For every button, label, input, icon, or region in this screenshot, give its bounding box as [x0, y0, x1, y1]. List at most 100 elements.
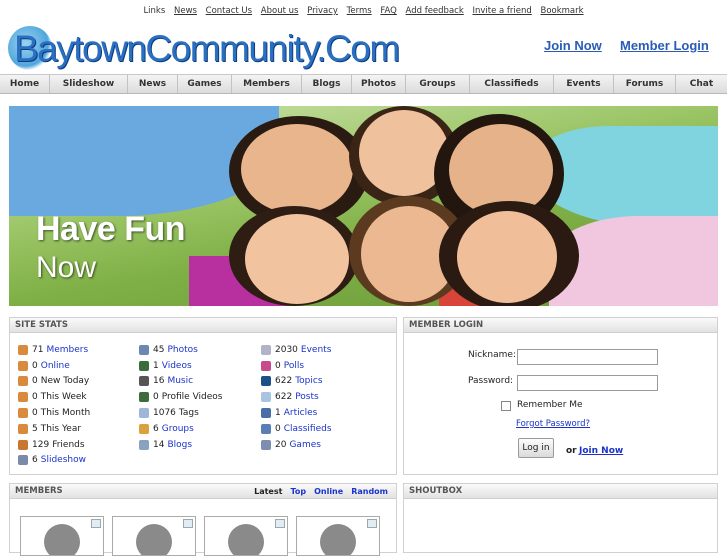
nickname-input[interactable]: [517, 349, 658, 365]
top-link-terms[interactable]: Terms: [347, 6, 372, 16]
stat-link[interactable]: Slideshow: [41, 455, 86, 465]
blog-icon: [139, 439, 149, 450]
member-thumbnail[interactable]: [20, 516, 104, 556]
nav-groups[interactable]: Groups: [406, 75, 470, 93]
poll-icon: [261, 360, 271, 371]
banner-face-6: [457, 211, 557, 303]
tab-online[interactable]: Online: [310, 486, 347, 498]
nav-games[interactable]: Games: [178, 75, 232, 93]
nav-classifieds[interactable]: Classifieds: [470, 75, 554, 93]
site-stats-column-1: 71 Members 0 Online 0 New Today 0 This Week 0 Thi…: [18, 342, 90, 468]
nav-home[interactable]: Home: [0, 75, 50, 93]
stat-row: 0 This Month: [18, 405, 90, 421]
top-links-bar: Links News Contact Us About us Privacy T…: [0, 0, 727, 22]
nav-events[interactable]: Events: [554, 75, 614, 93]
top-link-contact[interactable]: Contact Us: [206, 6, 252, 16]
member-icon: [18, 392, 28, 403]
stat-count: 0: [32, 376, 38, 387]
stat-link[interactable]: Online: [41, 361, 70, 371]
stat-count: 0: [32, 392, 38, 403]
stat-link[interactable]: Events: [301, 345, 331, 355]
top-link-faq[interactable]: FAQ: [380, 6, 396, 16]
stat-label: Tags: [178, 408, 199, 419]
article-icon: [261, 408, 271, 419]
main-nav: Home Slideshow News Games Members Blogs …: [0, 74, 727, 94]
stat-link[interactable]: Groups: [162, 424, 194, 434]
nav-blogs[interactable]: Blogs: [302, 75, 352, 93]
calendar-icon: [261, 344, 271, 355]
top-link-about[interactable]: About us: [261, 6, 299, 16]
nav-photos[interactable]: Photos: [352, 75, 406, 93]
top-link-news[interactable]: News: [174, 6, 197, 16]
stat-link[interactable]: Blogs: [167, 440, 192, 450]
top-link-bookmark[interactable]: Bookmark: [541, 6, 584, 16]
stat-link[interactable]: Games: [289, 440, 320, 450]
nav-slideshow[interactable]: Slideshow: [50, 75, 128, 93]
stat-label: Friends: [52, 439, 85, 450]
member-icon: [18, 376, 28, 387]
music-icon: [139, 376, 149, 387]
stat-row: 6 Groups: [139, 421, 222, 437]
nickname-label: Nickname:: [468, 350, 516, 360]
stat-row: 0 New Today: [18, 374, 90, 390]
stat-count: 1076: [153, 408, 176, 419]
join-now-link[interactable]: Join Now: [544, 38, 602, 53]
groups-icon: [139, 423, 149, 434]
join-now-login-link[interactable]: Join Now: [579, 446, 623, 456]
remember-me-checkbox[interactable]: [501, 401, 511, 411]
stat-link[interactable]: Music: [167, 376, 193, 386]
top-link-invite[interactable]: Invite a friend: [472, 6, 531, 16]
stat-count: 6: [153, 423, 159, 434]
stat-link[interactable]: Posts: [295, 392, 319, 402]
tab-top[interactable]: Top: [286, 486, 310, 498]
stat-link[interactable]: Polls: [284, 361, 304, 371]
stat-link[interactable]: Articles: [284, 408, 318, 418]
profile-card-icon: [91, 519, 101, 528]
stat-count: 2030: [275, 344, 298, 355]
stat-count: 45: [153, 344, 165, 355]
member-thumbnail[interactable]: [296, 516, 380, 556]
member-icon: [18, 423, 28, 434]
tab-latest[interactable]: Latest: [250, 486, 286, 498]
slideshow-icon: [18, 455, 28, 466]
top-link-privacy[interactable]: Privacy: [307, 6, 338, 16]
member-login-link[interactable]: Member Login: [620, 38, 709, 53]
stat-row: 2030 Events: [261, 342, 332, 358]
member-icon: [18, 408, 28, 419]
stat-link[interactable]: Classifieds: [284, 424, 332, 434]
stat-link[interactable]: Topics: [295, 376, 322, 386]
password-input[interactable]: [517, 375, 658, 391]
nav-forums[interactable]: Forums: [614, 75, 676, 93]
nav-news[interactable]: News: [128, 75, 178, 93]
stat-row: 129 Friends: [18, 437, 90, 453]
nav-members[interactable]: Members: [232, 75, 302, 93]
stat-count: 6: [32, 455, 38, 466]
stat-link[interactable]: Videos: [162, 361, 192, 371]
stat-link[interactable]: Members: [46, 345, 88, 355]
stat-row: 622 Topics: [261, 374, 332, 390]
stat-count: 1: [153, 360, 159, 371]
site-logo[interactable]: BaytownCommunity.Com: [8, 22, 408, 76]
tab-random[interactable]: Random: [347, 486, 392, 498]
forgot-password-link[interactable]: Forgot Password?: [516, 419, 590, 429]
stat-label: This Week: [40, 392, 87, 403]
video-icon: [139, 392, 149, 403]
top-link-links[interactable]: Links: [143, 6, 165, 16]
shoutbox-panel: SHOUTBOX: [403, 483, 718, 553]
avatar-placeholder-icon: [136, 524, 172, 555]
member-thumbnail[interactable]: [204, 516, 288, 556]
stat-row: 6 Slideshow: [18, 453, 90, 469]
stat-label: This Year: [40, 423, 82, 434]
logo-text: BaytownCommunity.Com: [14, 28, 400, 69]
friends-icon: [18, 439, 28, 450]
nav-chat[interactable]: Chat: [676, 75, 727, 93]
login-button[interactable]: Log in: [518, 438, 554, 458]
stat-row: 1076 Tags: [139, 405, 222, 421]
stat-row: 0 Online: [18, 358, 90, 374]
member-login-title: MEMBER LOGIN: [404, 318, 717, 333]
member-thumbnail[interactable]: [112, 516, 196, 556]
stat-row: 0 This Week: [18, 389, 90, 405]
video-icon: [139, 360, 149, 371]
stat-link[interactable]: Photos: [167, 345, 197, 355]
top-link-feedback[interactable]: Add feedback: [406, 6, 464, 16]
